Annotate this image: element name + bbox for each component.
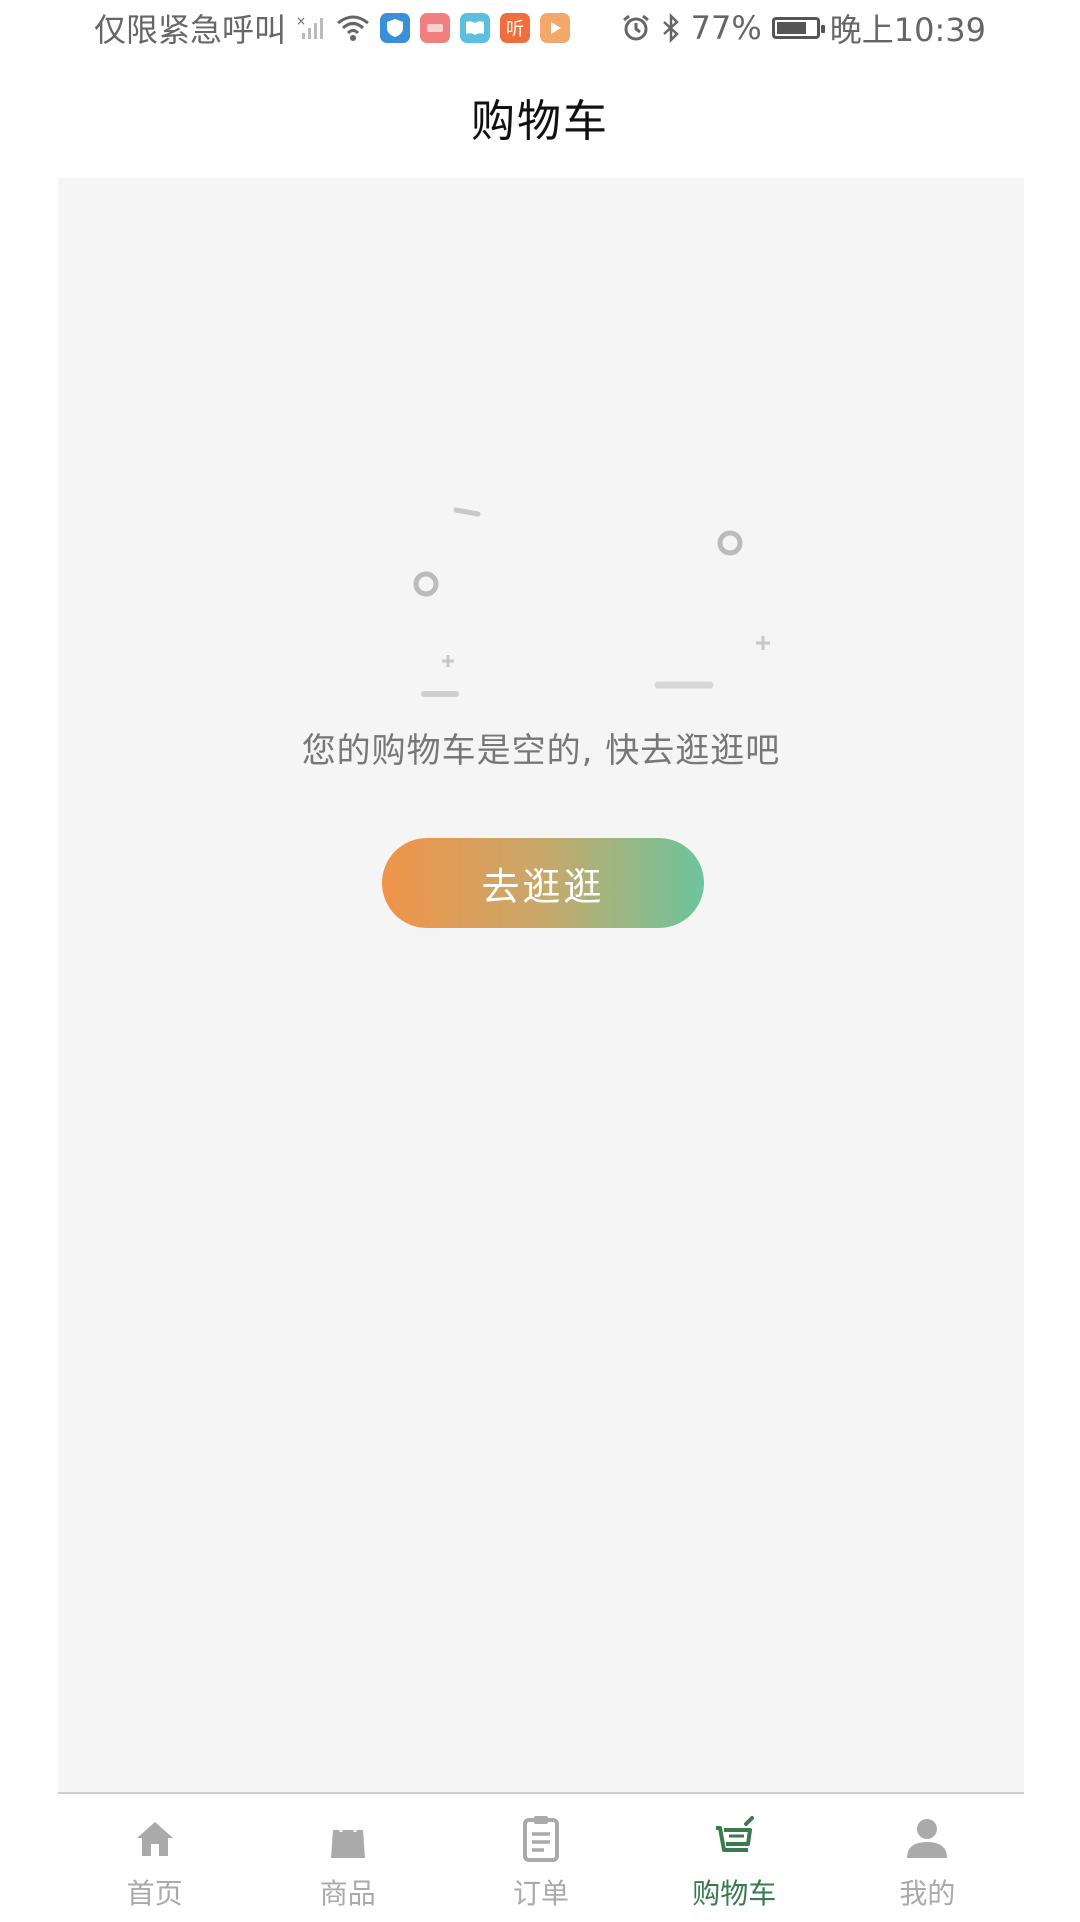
no-signal-icon: × — [296, 13, 326, 43]
battery-fill — [776, 22, 806, 34]
home-icon — [136, 1822, 173, 1856]
status-bar: 仅限紧急呼叫 × 听 77% 晚上10:39 — [0, 0, 1080, 56]
clipboard-icon — [523, 1816, 559, 1862]
clock-time: 晚上10:39 — [829, 11, 986, 49]
tab-cart[interactable]: 购物车 — [638, 1794, 831, 1922]
bluetooth-icon — [661, 13, 681, 43]
cart-icon — [716, 1816, 755, 1852]
ting-app-label: 听 — [506, 19, 525, 40]
battery-percent: 77% — [690, 9, 762, 47]
tab-orders-label: 订单 — [513, 1877, 570, 1910]
tab-orders[interactable]: 订单 — [444, 1794, 637, 1922]
carrier-text: 仅限紧急呼叫 — [94, 11, 287, 49]
bottom-tab-bar: 首页 商品 订单 购物车 我的 — [58, 1792, 1024, 1922]
tab-profile-label: 我的 — [899, 1877, 956, 1910]
tab-products-label: 商品 — [319, 1877, 376, 1910]
tab-products[interactable]: 商品 — [251, 1794, 444, 1922]
tab-home-label: 首页 — [126, 1877, 183, 1910]
tab-cart-label: 购物车 — [692, 1877, 777, 1910]
battery-icon — [771, 17, 825, 39]
huawei-app-icon — [420, 13, 451, 43]
tab-profile[interactable]: 我的 — [831, 1794, 1024, 1922]
page-title: 购物车 — [471, 96, 609, 147]
status-bar-right: 77% 晚上10:39 — [621, 5, 986, 51]
ting-app-icon: 听 — [500, 13, 531, 43]
page-header: 购物车 — [0, 56, 1080, 178]
cart-content: 您的购物车是空的, 快去逛逛吧 去逛逛 — [58, 178, 1024, 1792]
wifi-icon — [336, 14, 370, 42]
empty-cart-message: 您的购物车是空的, 快去逛逛吧 — [301, 731, 781, 771]
shopping-bag-icon — [330, 1817, 365, 1858]
shield-app-icon — [380, 13, 411, 43]
empty-cart-illustration — [338, 398, 798, 698]
tab-home[interactable]: 首页 — [58, 1794, 251, 1922]
go-shopping-button[interactable]: 去逛逛 — [382, 838, 704, 928]
book-app-icon — [460, 13, 491, 43]
user-icon — [907, 1819, 948, 1858]
svg-text:×: × — [296, 14, 306, 28]
status-bar-left: 仅限紧急呼叫 × 听 — [94, 5, 571, 51]
alarm-icon — [621, 13, 651, 43]
play-app-icon — [540, 13, 571, 43]
